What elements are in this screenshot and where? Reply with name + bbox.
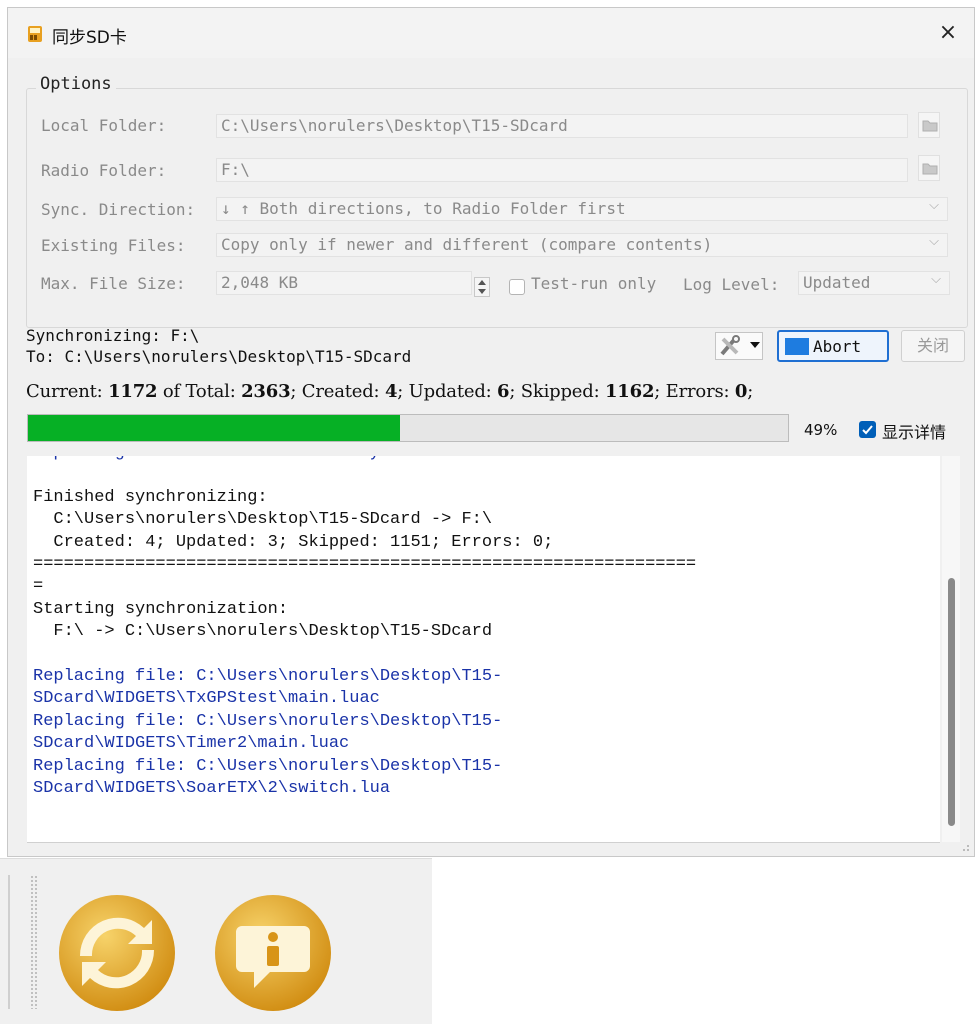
toolbar [0, 858, 432, 1024]
log-line: Replacing file: F:\MODELS\labels.yml [33, 456, 696, 464]
sync-button[interactable] [56, 892, 178, 1014]
toolbar-drag-handle[interactable] [8, 875, 38, 1009]
show-details-checkbox[interactable] [859, 421, 876, 438]
stats-errors: 0 [734, 381, 748, 402]
progress-bar [27, 414, 789, 442]
sync-log[interactable]: Replacing file: F:\MODELS\labels.yml Fin… [27, 456, 940, 843]
local-folder-input[interactable]: C:\Users\norulers\Desktop\T15-SDcard [216, 114, 908, 138]
sync-icon [59, 895, 175, 1011]
max-file-size-spinner[interactable] [474, 277, 490, 297]
chevron-down-icon: ⌵ [931, 272, 941, 287]
tools-icon [720, 335, 740, 356]
folder-icon [922, 163, 938, 175]
max-file-size-input[interactable]: 2,048 KB [216, 271, 472, 295]
log-line: SDcard\WIDGETS\Timer2\main.luac [33, 734, 350, 754]
stats-updated: 6 [497, 381, 510, 402]
sync-direction-label: Sync. Direction: [41, 200, 196, 219]
tools-dropdown-button[interactable] [715, 332, 763, 360]
stats-errors-label: ; Errors: [654, 381, 730, 402]
browse-radio-folder-button[interactable] [918, 155, 940, 181]
stats-total: 2363 [241, 381, 291, 402]
spinner-arrows-icon [478, 280, 486, 294]
log-line: Created: 4; Updated: 3; Skipped: 1151; E… [33, 532, 554, 552]
stats-current-label: Current: [26, 381, 103, 402]
log-line: SDcard\WIDGETS\SoarETX\2\switch.lua [33, 779, 391, 799]
sync-status-target: To: C:\Users\norulers\Desktop\T15-SDcard [26, 347, 412, 366]
log-line: F:\ -> C:\Users\norulers\Desktop\T15-SDc… [33, 622, 493, 642]
stats-skipped: 1162 [604, 381, 655, 402]
log-scrollbar-thumb[interactable] [948, 578, 955, 826]
test-run-checkbox[interactable] [509, 279, 525, 295]
sync-sd-dialog: 同步SD卡 × Options Local Folder: C:\Users\n… [7, 7, 975, 857]
stats-total-label: of Total: [162, 381, 236, 402]
log-line: Replacing file: C:\Users\norulers\Deskto… [33, 667, 503, 687]
abort-label: Abort [813, 337, 862, 356]
folder-icon [922, 120, 938, 132]
stats-created-label: ; Created: [290, 381, 380, 402]
chevron-down-icon: ⌵ [929, 198, 939, 213]
radio-folder-input[interactable]: F:\ [216, 158, 908, 182]
test-run-label: Test-run only [531, 274, 657, 293]
max-file-size-label: Max. File Size: [41, 274, 186, 293]
stats-skipped-label: ; Skipped: [509, 381, 600, 402]
checkmark-icon [862, 425, 873, 435]
chevron-down-icon: ⌵ [929, 234, 939, 249]
log-line: Replacing file: C:\Users\norulers\Deskto… [33, 711, 503, 731]
info-icon [215, 895, 331, 1011]
sync-stats: Current: 1172 of Total: 2363; Created: 4… [26, 381, 753, 402]
stats-created: 4 [384, 381, 398, 402]
close-button[interactable]: 关闭 [901, 330, 965, 362]
log-line: Replacing file: C:\Users\norulers\Deskto… [33, 756, 503, 776]
options-group-title: Options [36, 74, 116, 94]
existing-files-label: Existing Files: [41, 236, 186, 255]
stats-end: ; [747, 381, 754, 402]
log-level-value: Updated [803, 273, 871, 292]
browse-local-folder-button[interactable] [918, 112, 940, 138]
close-icon[interactable]: × [934, 19, 962, 47]
abort-button[interactable]: Abort [777, 330, 889, 362]
stats-current: 1172 [108, 381, 158, 402]
existing-files-value: Copy only if newer and different (compar… [221, 235, 713, 254]
show-details-label: 显示详情 [882, 423, 947, 442]
radio-folder-label: Radio Folder: [41, 161, 167, 180]
sync-direction-value: ↓ ↑ Both directions, to Radio Folder fir… [221, 199, 626, 218]
window-title: 同步SD卡 [52, 28, 127, 48]
chevron-down-icon [750, 342, 760, 348]
info-button[interactable] [212, 892, 334, 1014]
resize-grip-icon[interactable] [962, 844, 970, 852]
stats-updated-label: ; Updated: [397, 381, 492, 402]
sync-status-source: Synchronizing: F:\ [26, 326, 200, 345]
log-line: Finished synchronizing: [33, 487, 268, 507]
log-level-select[interactable]: Updated ⌵ [798, 271, 950, 295]
log-content: Replacing file: F:\MODELS\labels.yml Fin… [33, 456, 696, 801]
log-line: Starting synchronization: [33, 599, 289, 619]
stop-icon [785, 338, 809, 355]
log-line: C:\Users\norulers\Desktop\T15-SDcard -> … [33, 510, 493, 530]
log-line: SDcard\WIDGETS\TxGPStest\main.luac [33, 689, 380, 709]
log-line: = [33, 577, 44, 597]
progress-fill [28, 415, 401, 441]
progress-percent: 49% [804, 421, 838, 439]
log-level-label: Log Level: [683, 275, 780, 294]
title-bar: 同步SD卡 × [8, 8, 974, 58]
local-folder-label: Local Folder: [41, 116, 167, 135]
sd-card-icon [28, 26, 42, 42]
existing-files-select[interactable]: Copy only if newer and different (compar… [216, 233, 948, 257]
sync-direction-select[interactable]: ↓ ↑ Both directions, to Radio Folder fir… [216, 197, 948, 221]
log-line: ========================================… [33, 555, 697, 575]
